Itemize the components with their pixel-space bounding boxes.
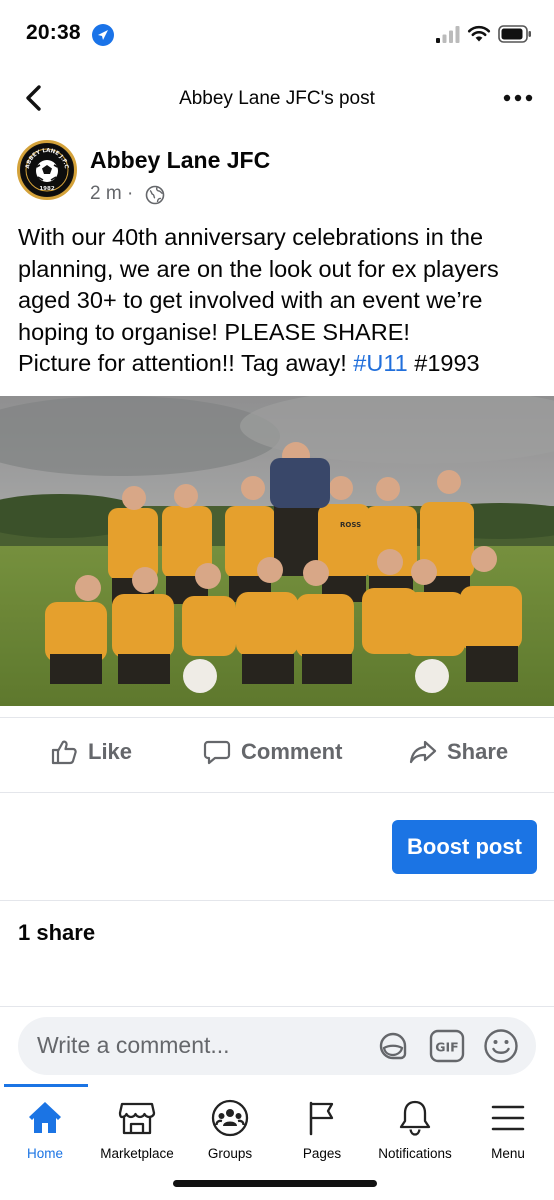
location-arrow-icon xyxy=(92,24,114,46)
like-label: Like xyxy=(88,739,133,764)
nav-item-home[interactable]: Home xyxy=(0,1098,95,1161)
nav-label: Marketplace xyxy=(100,1146,174,1161)
nav-item-pages[interactable]: Pages xyxy=(272,1098,372,1161)
comment-label: Comment xyxy=(241,739,343,764)
comment-button[interactable]: Comment xyxy=(203,736,342,768)
signal-icon xyxy=(436,26,460,43)
nav-label: Menu xyxy=(491,1146,525,1161)
status-bar: 20:38 xyxy=(0,0,554,66)
hashtag-text: #1993 xyxy=(414,350,480,376)
wifi-icon xyxy=(467,25,491,42)
divider xyxy=(0,792,554,793)
nav-label: Pages xyxy=(302,1146,342,1161)
nav-item-menu[interactable]: Menu xyxy=(458,1098,554,1161)
comment-placeholder: Write a comment... xyxy=(37,1032,230,1058)
post-author[interactable]: Abbey Lane JFC xyxy=(90,147,270,174)
avatar-year: 1982 xyxy=(39,186,54,192)
emoji-icon[interactable] xyxy=(483,1028,519,1064)
nav-active-indicator xyxy=(4,1084,88,1087)
post-text-line: aged 30+ to get involved with an event w… xyxy=(18,287,483,313)
post-text-line: hoping to organise! PLEASE SHARE! xyxy=(18,318,410,345)
nav-label: Groups xyxy=(207,1146,253,1161)
pages-icon xyxy=(309,1101,334,1136)
post-header-bar: Abbey Lane JFC's post xyxy=(0,66,554,130)
marketplace-icon xyxy=(118,1102,156,1135)
post-text-line: planning, we are on the look out for ex … xyxy=(18,255,499,282)
sticker-icon[interactable] xyxy=(375,1028,411,1064)
globe-icon xyxy=(145,185,165,205)
notifications-icon xyxy=(399,1100,431,1136)
post-action-bar: Like Comment Share xyxy=(0,717,554,785)
divider xyxy=(0,900,554,901)
nav-item-notifications[interactable]: Notifications xyxy=(365,1098,465,1161)
post-text-line-last: Picture for attention!! Tag away! #U11 #… xyxy=(18,348,548,380)
share-icon xyxy=(409,740,437,764)
share-label: Share xyxy=(447,739,509,764)
gif-icon[interactable]: GIF xyxy=(429,1029,465,1063)
shares-count[interactable]: 1 share xyxy=(18,920,95,946)
comment-icon xyxy=(203,740,231,765)
nav-item-groups[interactable]: Groups xyxy=(180,1098,280,1161)
post-photo[interactable]: ROSS xyxy=(0,396,554,706)
post-time[interactable]: 2 m · xyxy=(90,183,133,205)
comment-input[interactable]: Write a comment... GIF xyxy=(18,1017,536,1075)
boost-post-button[interactable]: Boost post xyxy=(392,820,537,874)
status-time: 20:38 xyxy=(26,21,81,44)
like-button[interactable]: Like xyxy=(50,736,132,768)
nav-item-marketplace[interactable]: Marketplace xyxy=(87,1098,187,1161)
avatar[interactable]: ABBEY LANE J.F.C 1982 xyxy=(17,140,77,200)
hashtag-link[interactable]: #U11 xyxy=(353,350,407,376)
share-button[interactable]: Share xyxy=(409,736,508,768)
post-text-line: With our 40th anniversary celebrations i… xyxy=(18,224,484,250)
more-icon[interactable] xyxy=(502,88,534,108)
home-icon xyxy=(29,1102,61,1133)
gif-label: GIF xyxy=(435,1040,458,1055)
battery-icon xyxy=(498,25,531,43)
like-icon xyxy=(51,740,77,765)
post-body: With our 40th anniversary celebrations i… xyxy=(18,222,548,380)
nav-label: Home xyxy=(26,1146,63,1161)
page-title: Abbey Lane JFC's post xyxy=(179,88,375,109)
home-indicator[interactable] xyxy=(173,1180,377,1187)
post-text-line: Picture for attention!! Tag away! xyxy=(18,350,354,376)
menu-icon xyxy=(491,1105,525,1131)
nav-label: Notifications xyxy=(378,1146,452,1161)
groups-icon xyxy=(211,1099,249,1137)
